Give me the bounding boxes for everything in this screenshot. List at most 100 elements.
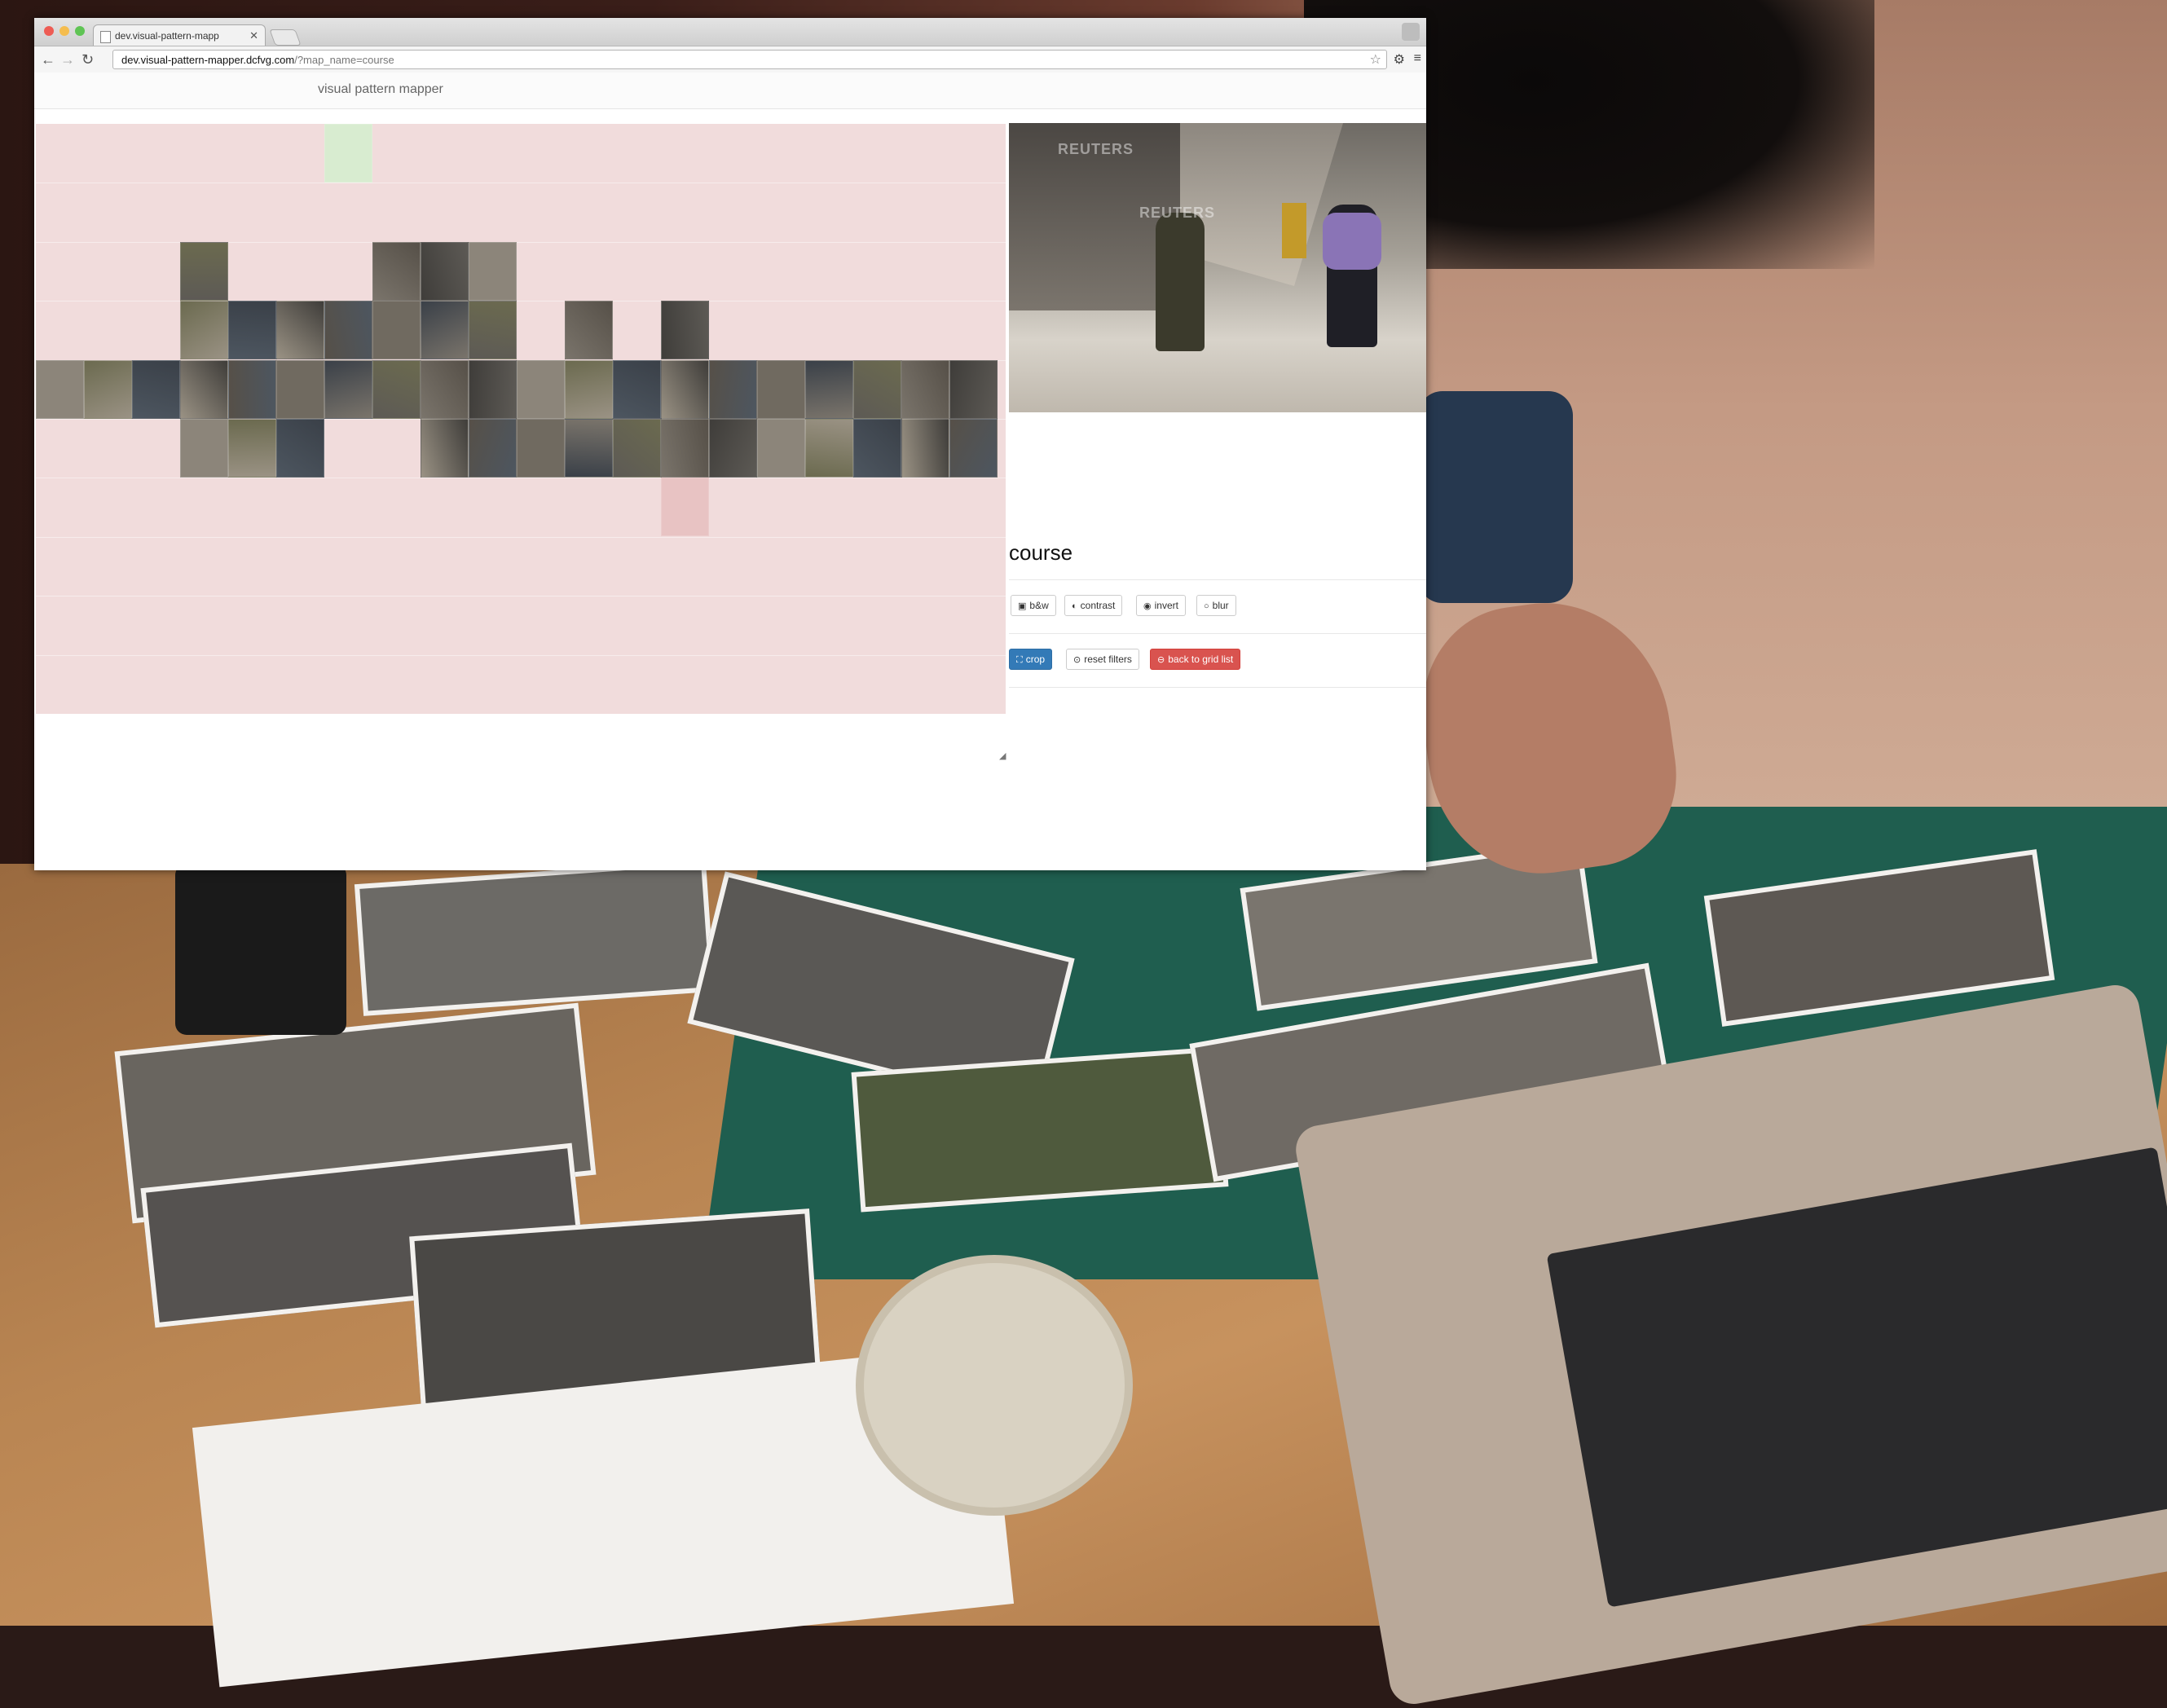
grid-thumbnail[interactable] <box>949 419 998 478</box>
menu-icon[interactable]: ≡ <box>1414 51 1421 66</box>
blur-filter-button[interactable]: ○ blur <box>1196 595 1236 616</box>
grid-thumbnail[interactable] <box>949 360 998 419</box>
new-tab-button[interactable] <box>269 29 302 46</box>
printed-photo <box>851 1046 1229 1213</box>
preview-image: REUTERS REUTERS <box>1009 123 1426 412</box>
grid-thumbnail[interactable] <box>661 419 709 478</box>
back-circle-icon: ⊖ <box>1157 655 1165 665</box>
grid-thumbnail[interactable] <box>421 301 469 359</box>
brand-link[interactable]: visual pattern mapper <box>318 82 443 97</box>
grid-thumbnail[interactable] <box>565 301 613 359</box>
grid-thumbnail[interactable] <box>661 360 709 419</box>
preview-running-man <box>1156 213 1205 351</box>
grid-thumbnail[interactable] <box>180 242 228 301</box>
grid-thumbnail[interactable] <box>132 360 180 419</box>
grid-thumbnail[interactable] <box>901 360 949 419</box>
zoom-window-icon[interactable] <box>75 26 85 36</box>
grid-thumbnail[interactable] <box>469 419 517 478</box>
page-content: visual pattern mapper ◢ REUTERS REUTERS … <box>34 73 1426 870</box>
image-icon: ▣ <box>1018 601 1027 611</box>
circle-icon: ○ <box>1204 601 1209 611</box>
preview-bin <box>1282 203 1306 258</box>
grid-thumbnail[interactable] <box>469 242 517 301</box>
grid-thumbnail[interactable] <box>709 419 757 478</box>
grid-thumbnail[interactable] <box>276 360 324 419</box>
grid-thumbnail[interactable] <box>276 419 324 478</box>
grid-thumbnail[interactable] <box>613 360 661 419</box>
invert-filter-button[interactable]: ◉ invert <box>1136 595 1186 616</box>
grid-thumbnail[interactable] <box>276 301 324 359</box>
grid-cell-highlight-green[interactable] <box>324 124 372 183</box>
address-bar[interactable]: dev.visual-pattern-mapper.dcfvg.com/?map… <box>112 50 1387 69</box>
grid-thumbnail[interactable] <box>469 301 517 359</box>
grid-thumbnail[interactable] <box>372 301 421 359</box>
grid-thumbnail[interactable] <box>228 419 276 478</box>
back-label: back to grid list <box>1168 654 1234 665</box>
minimize-window-icon[interactable] <box>59 26 69 36</box>
reload-icon[interactable]: ↻ <box>81 50 94 69</box>
grid-thumbnail[interactable] <box>324 360 372 419</box>
grid-thumbnail[interactable] <box>180 419 228 478</box>
grid-thumbnail[interactable] <box>228 360 276 419</box>
bw-label: b&w <box>1029 600 1049 611</box>
grid-thumbnail[interactable] <box>565 360 613 419</box>
grid-thumbnail[interactable] <box>36 360 84 419</box>
reset-filters-button[interactable]: ⊙ reset filters <box>1066 649 1139 670</box>
contrast-filter-button[interactable]: ◐ contrast <box>1064 595 1123 616</box>
close-window-icon[interactable] <box>44 26 54 36</box>
crop-button[interactable]: ⛶ crop <box>1009 649 1053 670</box>
crop-icon: ⛶ <box>1016 655 1023 665</box>
url-path: /?map_name=course <box>294 54 394 66</box>
reset-label: reset filters <box>1084 654 1132 665</box>
grid-thumbnail[interactable] <box>709 360 757 419</box>
grid-thumbnail[interactable] <box>517 360 565 419</box>
grid-thumbnail[interactable] <box>421 419 469 478</box>
grid-thumbnail[interactable] <box>180 360 228 419</box>
bookmark-star-icon[interactable]: ☆ <box>1370 51 1381 70</box>
grid-thumbnail[interactable] <box>853 419 901 478</box>
watermark: REUTERS <box>1139 205 1216 221</box>
grid-thumbnail[interactable] <box>84 360 132 419</box>
browser-toolbar: ← → ↻ dev.visual-pattern-mapper.dcfvg.co… <box>34 46 1426 73</box>
grid-thumbnail[interactable] <box>757 360 805 419</box>
grid-cell-highlight-red[interactable] <box>661 478 709 536</box>
grid-thumbnail[interactable] <box>901 419 949 478</box>
grid-thumbnail[interactable] <box>517 419 565 478</box>
divider <box>1009 579 1426 580</box>
blur-label: blur <box>1212 600 1229 611</box>
reset-icon: ⊙ <box>1073 655 1081 665</box>
url-host: dev.visual-pattern-mapper.dcfvg.com <box>121 54 295 66</box>
printed-photo <box>354 860 716 1016</box>
forward-arrow-icon[interactable]: → <box>60 50 75 69</box>
grid-thumbnail[interactable] <box>324 301 372 359</box>
grid-thumbnail[interactable] <box>853 360 901 419</box>
grid-thumbnail[interactable] <box>661 301 709 359</box>
grid-thumbnail[interactable] <box>372 242 421 301</box>
grid-thumbnail[interactable] <box>228 301 276 359</box>
profile-icon[interactable] <box>1402 23 1420 41</box>
back-arrow-icon[interactable]: ← <box>41 50 55 69</box>
grid-thumbnail[interactable] <box>421 242 469 301</box>
grid-thumbnail[interactable] <box>180 301 228 359</box>
resize-handle-icon[interactable]: ◢ <box>999 751 1006 761</box>
grid-thumbnail[interactable] <box>613 419 661 478</box>
phone <box>175 864 346 1035</box>
preview-shirt <box>1323 213 1381 270</box>
tab-title: dev.visual-pattern-mapp <box>115 30 219 42</box>
grid-thumbnail[interactable] <box>421 360 469 419</box>
browser-window: dev.visual-pattern-mapp ✕ ← → ↻ dev.visu… <box>34 18 1426 870</box>
grid-thumbnail[interactable] <box>805 419 853 478</box>
browser-tab[interactable]: dev.visual-pattern-mapp ✕ <box>93 24 266 46</box>
extension-gear-icon[interactable]: ⚙ <box>1394 51 1405 68</box>
back-to-grid-list-button[interactable]: ⊖ back to grid list <box>1150 649 1241 670</box>
pattern-grid <box>36 124 1006 714</box>
grid-thumbnail[interactable] <box>469 360 517 419</box>
grid-thumbnail[interactable] <box>805 360 853 419</box>
grid-thumbnail[interactable] <box>757 419 805 478</box>
divider <box>1009 687 1426 688</box>
grid-thumbnail[interactable] <box>565 419 613 478</box>
bw-filter-button[interactable]: ▣ b&w <box>1011 595 1056 616</box>
grid-thumbnail[interactable] <box>372 360 421 419</box>
contrast-icon: ◐ <box>1072 601 1077 611</box>
close-tab-icon[interactable]: ✕ <box>249 25 258 46</box>
